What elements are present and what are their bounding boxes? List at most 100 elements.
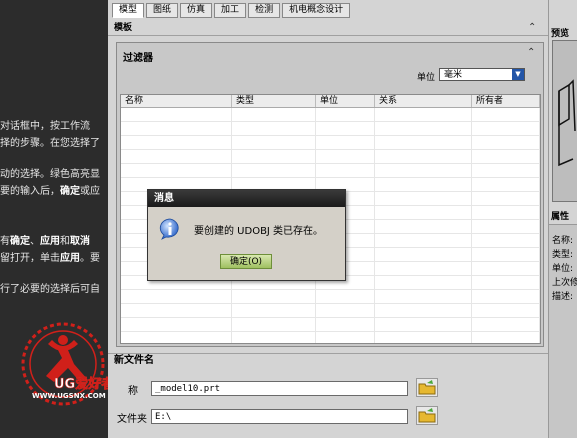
folder-path-input[interactable]: E:\ [151, 409, 408, 424]
table-row[interactable] [121, 290, 540, 304]
table-cell [472, 108, 540, 121]
table-cell [121, 304, 232, 317]
table-cell [375, 332, 472, 343]
chevron-down-icon[interactable]: ▼ [512, 69, 524, 80]
prop-last-modified: 上次修 [552, 278, 577, 288]
table-row[interactable] [121, 164, 540, 178]
table-cell [472, 164, 540, 177]
column-header-relation[interactable]: 关系 [375, 95, 472, 107]
info-icon [159, 218, 179, 240]
help-line: 择的步骤。在您选择了 [0, 134, 100, 149]
table-cell [316, 332, 375, 343]
message-dialog: 消息 要创建的 UDOBJ 类已存在。 确定(O) [147, 189, 346, 281]
table-cell [375, 192, 472, 205]
table-cell [121, 290, 232, 303]
table-cell [472, 220, 540, 233]
collapse-template-icon[interactable]: ⌃ [528, 22, 536, 33]
table-row[interactable] [121, 304, 540, 318]
table-row[interactable] [121, 122, 540, 136]
new-file-header-label: 新文件名 [114, 355, 154, 366]
help-line: 有确定、应用和取消 [0, 232, 90, 247]
table-cell [375, 248, 472, 261]
table-row[interactable] [121, 318, 540, 332]
unit-dropdown[interactable]: 毫米 ▼ [439, 68, 525, 81]
table-cell [375, 164, 472, 177]
name-field-label: 称 [128, 386, 138, 397]
preview-image [552, 40, 577, 202]
table-cell [375, 206, 472, 219]
browse-name-button[interactable] [416, 378, 438, 397]
new-file-name-header: 新文件名 [108, 353, 554, 367]
help-text-segment: 有 [0, 236, 10, 247]
help-line: 对话框中，按工作流 [0, 117, 90, 132]
help-text-segment: 择的步骤。在您选择了 [0, 138, 100, 149]
preview-title: 预览 [551, 29, 570, 39]
table-cell [316, 304, 375, 317]
table-row[interactable] [121, 150, 540, 164]
table-cell [375, 136, 472, 149]
table-cell [121, 136, 232, 149]
file-name-input[interactable]: _model10.prt [151, 381, 408, 396]
unit-dropdown-value: 毫米 [444, 70, 463, 80]
column-header-unit[interactable]: 单位 [316, 95, 375, 107]
help-line: 行了必要的选择后可自 [0, 280, 100, 295]
help-line: 留打开，单击应用。要 [0, 249, 100, 264]
table-cell [316, 164, 375, 177]
table-cell [472, 150, 540, 163]
table-cell [472, 122, 540, 135]
help-text-segment: 或应 [80, 186, 100, 197]
tab-mechatronics[interactable]: 机电概念设计 [282, 3, 351, 18]
table-cell [121, 122, 232, 135]
table-cell [375, 276, 472, 289]
unit-label: 单位 [417, 73, 436, 83]
help-text-segment: 应用 [60, 253, 80, 264]
template-section-header[interactable]: 模板 [108, 22, 548, 36]
prop-unit: 单位: [552, 264, 574, 274]
browse-folder-button[interactable] [416, 406, 438, 425]
table-cell [375, 108, 472, 121]
folder-icon [418, 408, 436, 423]
help-text-segment: 。要 [80, 253, 100, 264]
prop-type: 类型: [552, 250, 574, 260]
table-cell [472, 332, 540, 343]
column-header-name[interactable]: 名称 [121, 95, 232, 107]
dialog-message: 要创建的 UDOBJ 类已存在。 [194, 226, 324, 237]
help-text-segment: 确定 [10, 236, 30, 247]
help-text-segment: 取消 [70, 236, 90, 247]
tab-inspection[interactable]: 检测 [248, 3, 281, 18]
table-cell [375, 178, 472, 191]
table-cell [472, 290, 540, 303]
table-cell [375, 122, 472, 135]
table-row[interactable] [121, 136, 540, 150]
table-cell [232, 150, 316, 163]
column-header-owner[interactable]: 所有者 [472, 95, 540, 107]
dialog-title: 消息 [148, 190, 345, 207]
prop-name: 名称: [552, 236, 574, 246]
table-cell [316, 136, 375, 149]
table-cell [121, 332, 232, 343]
ok-button[interactable]: 确定(O) [220, 254, 272, 269]
prop-description: 描述: [552, 292, 574, 302]
tab-manufacturing[interactable]: 加工 [214, 3, 247, 18]
folder-icon [418, 380, 436, 395]
table-cell [316, 122, 375, 135]
collapse-filter-icon[interactable]: ⌃ [527, 47, 535, 58]
table-cell [375, 220, 472, 233]
table-cell [121, 108, 232, 121]
tab-model[interactable]: 模型 [112, 3, 145, 18]
table-cell [375, 290, 472, 303]
table-cell [232, 332, 316, 343]
table-cell [121, 150, 232, 163]
table-cell [232, 318, 316, 331]
table-cell [316, 318, 375, 331]
logo-url-text: WWW.UGSNX.COM [32, 392, 106, 400]
help-text-segment: 和 [60, 236, 70, 247]
table-row[interactable] [121, 108, 540, 122]
tab-simulation[interactable]: 仿真 [180, 3, 213, 18]
table-row[interactable] [121, 332, 540, 343]
tab-drawing[interactable]: 图纸 [146, 3, 179, 18]
table-cell [232, 164, 316, 177]
column-header-type[interactable]: 类型 [232, 95, 316, 107]
table-cell [472, 206, 540, 219]
folder-field-label: 文件夹 [117, 414, 147, 425]
